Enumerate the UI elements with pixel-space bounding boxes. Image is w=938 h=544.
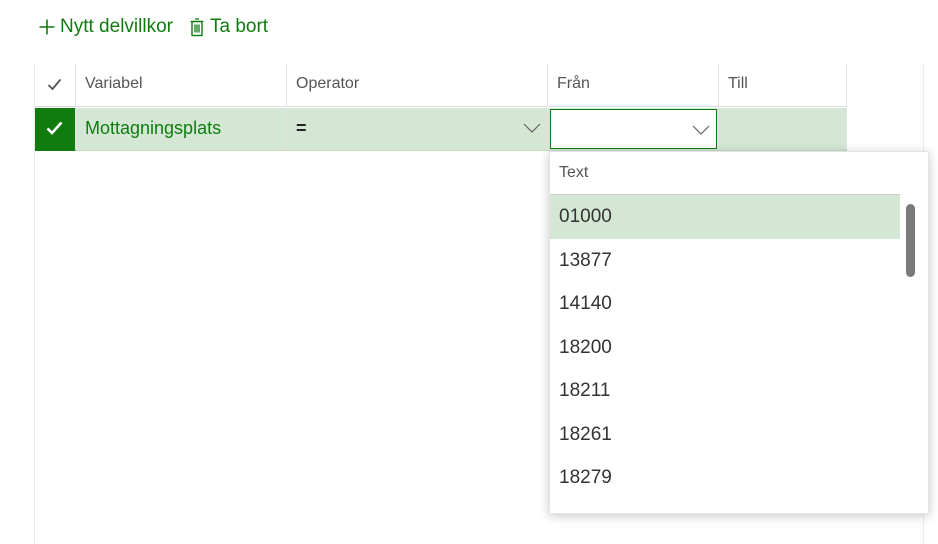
plus-icon: [39, 19, 55, 35]
dropdown-option[interactable]: 14140: [550, 282, 900, 326]
dropdown-option[interactable]: 18279: [550, 456, 900, 500]
dropdown-option-label: 18211: [559, 380, 611, 401]
new-subcondition-label: Nytt delvillkor: [60, 16, 173, 37]
checkmark-icon: [46, 121, 63, 135]
dropdown-options: 01000 13877 14140 18200 18211 18261 1827…: [550, 195, 900, 500]
new-subcondition-button[interactable]: Nytt delvillkor: [38, 16, 173, 38]
column-header-operator-label: Operator: [296, 75, 360, 92]
delete-label: Ta bort: [209, 16, 269, 37]
cell-operator-select[interactable]: =: [287, 108, 548, 151]
fran-dropdown-input[interactable]: [550, 109, 717, 149]
column-header-variabel[interactable]: Variabel: [76, 64, 287, 107]
dropdown-option-label: 18200: [559, 336, 612, 358]
delete-button[interactable]: Ta bort: [190, 16, 268, 38]
column-header-operator[interactable]: Operator: [287, 64, 548, 107]
toolbar: Nytt delvillkor Ta bort: [38, 12, 268, 42]
dropdown-option[interactable]: 18200: [550, 326, 900, 370]
checkmark-icon: [47, 78, 62, 91]
dropdown-option-label: 13877: [559, 249, 612, 271]
row-checkbox[interactable]: [35, 108, 76, 151]
column-header-fran-label: Från: [557, 75, 590, 92]
dropdown-option-label: 14140: [559, 293, 612, 314]
cell-variabel[interactable]: Mottagningsplats: [76, 108, 287, 151]
dropdown-option-label: 18279: [559, 467, 612, 488]
scrollbar-thumb[interactable]: [906, 204, 915, 277]
chevron-down-icon: [692, 125, 710, 135]
dropdown-option[interactable]: 01000: [550, 195, 900, 239]
fran-dropdown-list: Text 01000 13877 14140 18200 18211 18261…: [549, 151, 929, 514]
dropdown-column-header-label: Text: [559, 164, 589, 181]
cell-till[interactable]: [719, 108, 847, 151]
select-all-checkbox[interactable]: [35, 64, 76, 107]
dropdown-column-header: Text: [550, 152, 900, 195]
cell-operator-value: =: [296, 118, 307, 138]
column-header-variabel-label: Variabel: [85, 75, 143, 92]
trash-icon: [190, 17, 204, 36]
column-header-till[interactable]: Till: [719, 64, 847, 107]
dropdown-option-label: 18261: [559, 423, 612, 445]
column-header-till-label: Till: [728, 75, 748, 92]
dropdown-option[interactable]: 18261: [550, 413, 900, 457]
chevron-down-icon: [523, 123, 541, 133]
dropdown-option-label: 01000: [559, 206, 612, 227]
dropdown-option[interactable]: 13877: [550, 239, 900, 283]
column-header-fran[interactable]: Från: [548, 64, 719, 107]
dropdown-option[interactable]: 18211: [550, 369, 900, 413]
cell-variabel-value: Mottagningsplats: [85, 118, 222, 138]
